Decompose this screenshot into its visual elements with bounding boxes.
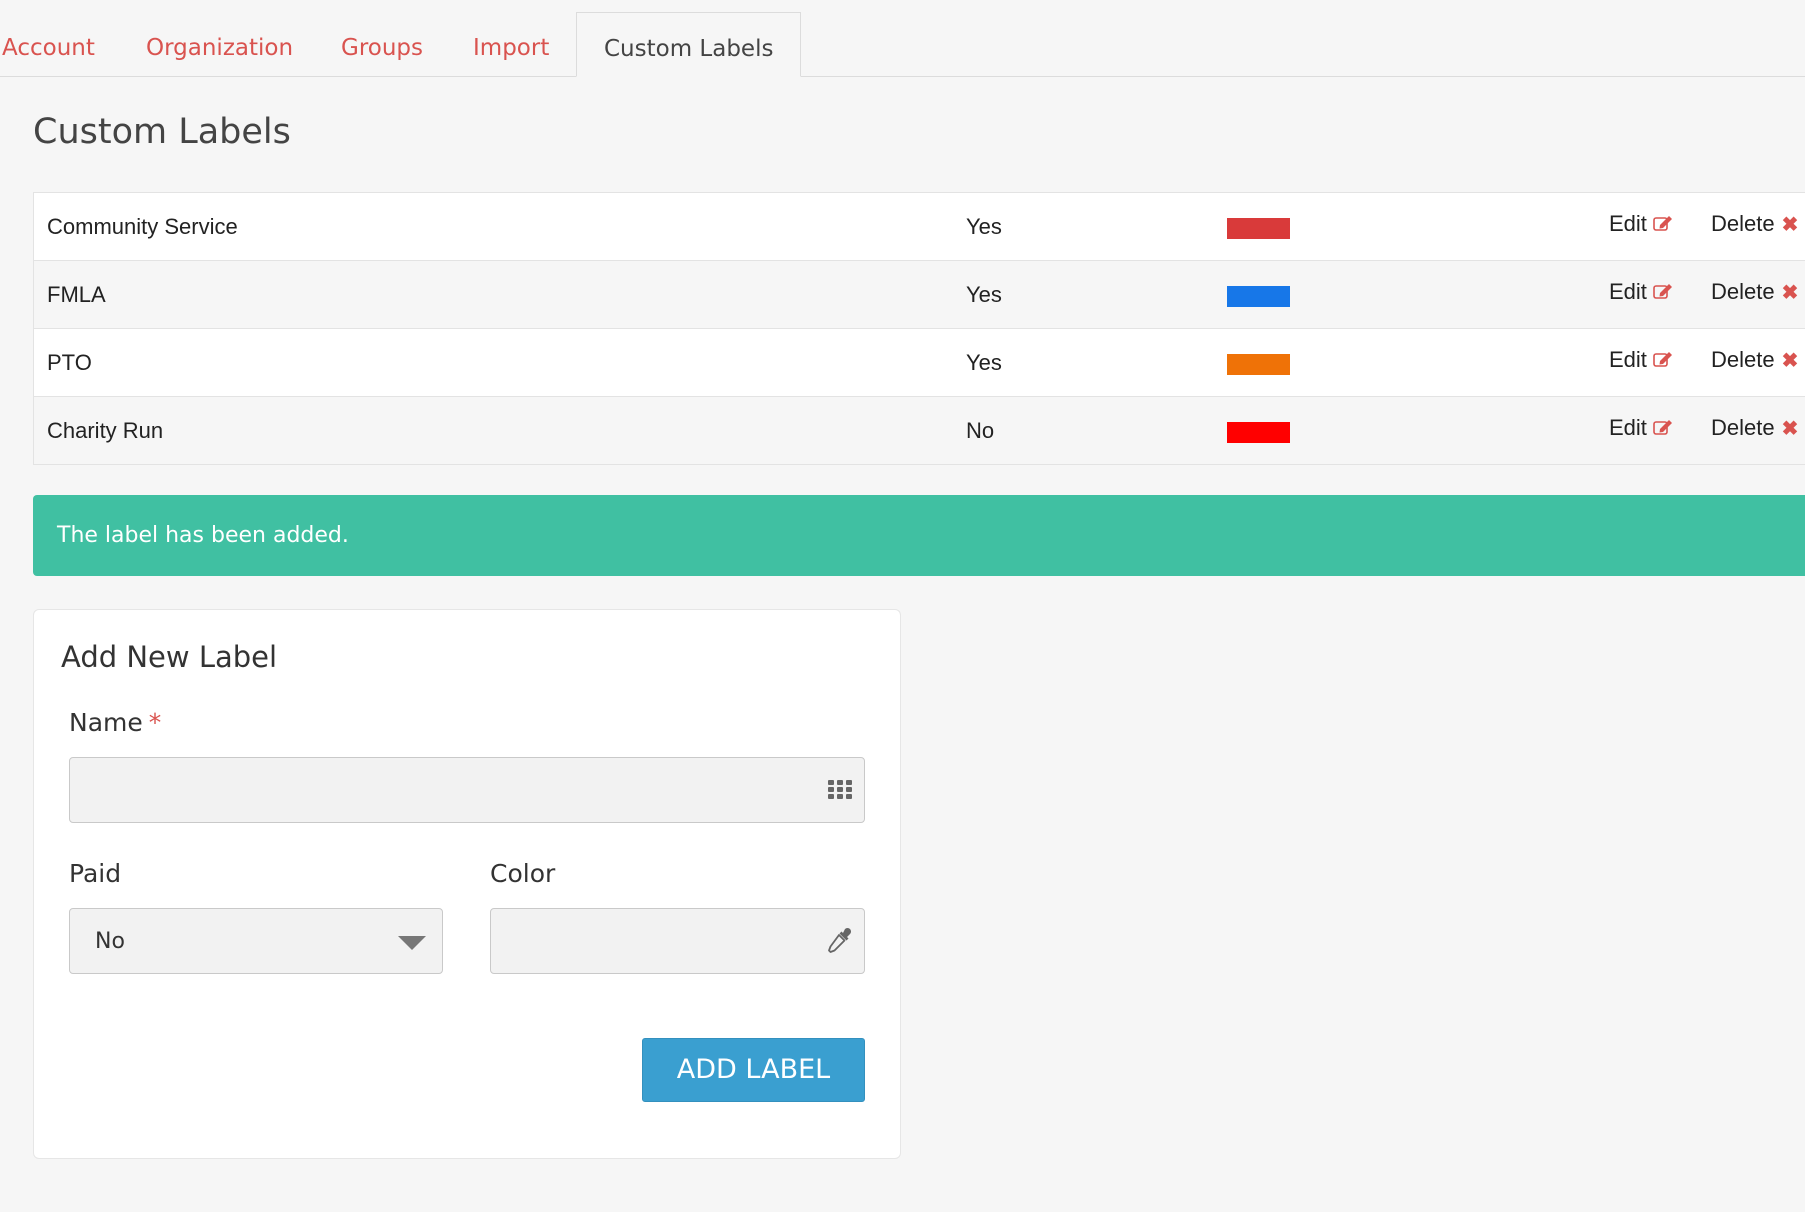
close-icon: ✖ [1781,418,1799,440]
edit-icon [1653,216,1672,231]
add-label-card: Add New Label Name * Paid No Color ADD LA… [33,609,901,1159]
label-name: Charity Run [47,418,164,443]
color-field-label: Color [490,859,556,888]
delete-label: Delete [1711,415,1775,440]
alert-message: The label has been added. [57,523,349,548]
edit-label: Edit [1609,211,1647,236]
add-label-button[interactable]: ADD LABEL [642,1038,865,1102]
edit-icon [1653,284,1672,299]
color-swatch [1227,218,1290,239]
edit-link[interactable]: Edit [1609,193,1673,255]
table-row: FMLA Yes Edit Delete ✖ [34,261,1805,329]
delete-label: Delete [1711,347,1775,372]
tab-bar: Account Organization Groups Import Custo… [0,0,1805,77]
delete-label: Delete [1711,211,1775,236]
label-name: PTO [47,350,92,375]
edit-icon [1653,420,1672,435]
table-row: PTO Yes Edit Delete ✖ [34,329,1805,397]
required-marker: * [148,708,162,737]
color-input[interactable] [490,908,865,974]
color-swatch [1227,354,1290,375]
keypad-icon[interactable] [828,779,854,801]
eyedropper-icon[interactable] [824,926,854,956]
tab-groups[interactable]: Groups [341,12,423,76]
edit-link[interactable]: Edit [1609,397,1673,459]
page-title: Custom Labels [33,112,291,152]
tab-custom-labels[interactable]: Custom Labels [576,12,802,77]
label-paid: Yes [966,350,1002,375]
labels-table: Community Service Yes Edit Delete ✖ FMLA … [33,192,1805,465]
paid-field-label: Paid [69,859,122,888]
caret-down-icon [398,936,426,950]
edit-link[interactable]: Edit [1609,261,1673,323]
table-row: Charity Run No Edit Delete ✖ [34,397,1805,465]
tab-account[interactable]: Account [2,12,95,76]
delete-label: Delete [1711,279,1775,304]
close-icon: ✖ [1781,282,1799,304]
paid-select-value: No [95,929,125,954]
label-paid: Yes [966,214,1002,239]
form-title: Add New Label [61,640,278,674]
edit-label: Edit [1609,279,1647,304]
delete-link[interactable]: Delete ✖ [1711,397,1798,460]
label-paid: Yes [966,282,1002,307]
paid-select[interactable]: No [69,908,443,974]
edit-link[interactable]: Edit [1609,329,1673,391]
edit-icon [1653,352,1672,367]
close-icon: ✖ [1781,350,1799,372]
label-name: FMLA [47,282,106,307]
label-name: Community Service [47,214,238,239]
delete-link[interactable]: Delete ✖ [1711,193,1798,256]
name-input[interactable] [69,757,865,823]
tab-organization[interactable]: Organization [146,12,293,76]
name-label-text: Name [69,708,143,737]
success-alert: The label has been added. [33,495,1805,576]
tab-import[interactable]: Import [473,12,549,76]
close-icon: ✖ [1781,214,1799,236]
label-paid: No [966,418,995,443]
delete-link[interactable]: Delete ✖ [1711,261,1798,324]
edit-label: Edit [1609,347,1647,372]
color-swatch [1227,286,1290,307]
name-field-label: Name * [69,708,161,737]
edit-label: Edit [1609,415,1647,440]
table-row: Community Service Yes Edit Delete ✖ [34,193,1805,261]
color-swatch [1227,422,1290,443]
delete-link[interactable]: Delete ✖ [1711,329,1798,392]
